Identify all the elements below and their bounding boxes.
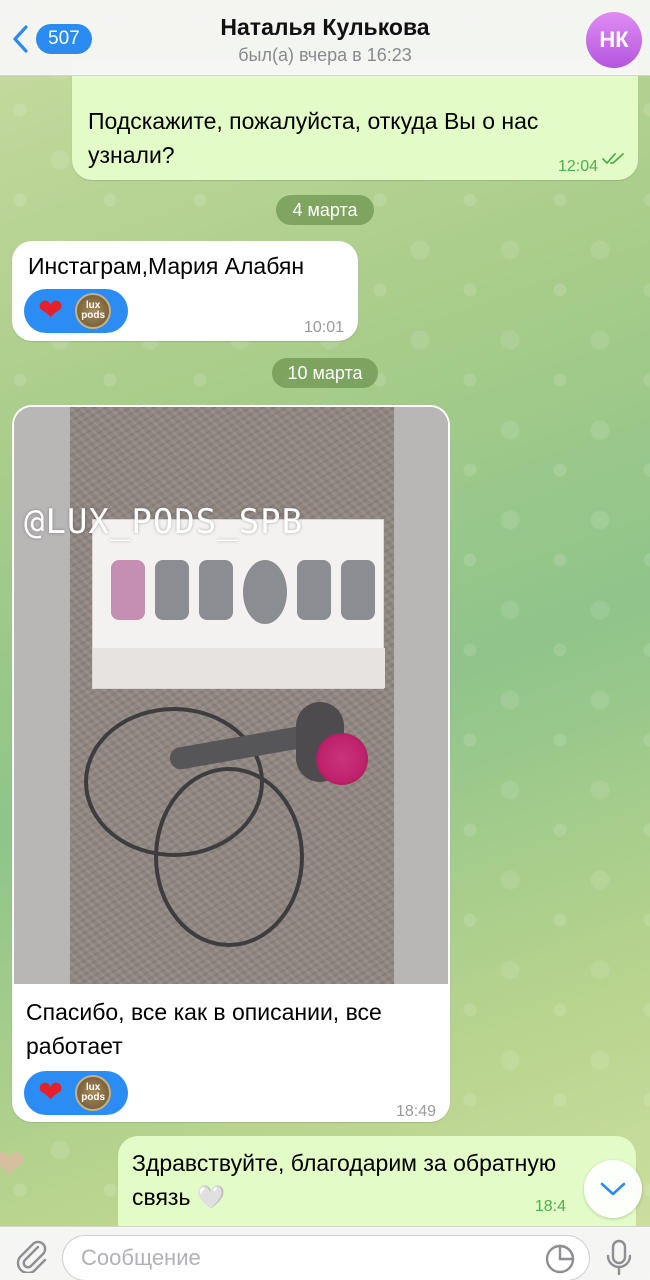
lux-pods-logo-icon: lux pods <box>75 1075 112 1111</box>
date-separator: 10 марта <box>272 358 378 388</box>
message-text: Подскажите, пожалуйста, откуда Вы о нас <box>88 108 539 134</box>
avatar[interactable]: НК <box>586 12 642 68</box>
reaction-group[interactable]: ❤ lux pods <box>24 1071 128 1115</box>
microphone-icon[interactable] <box>604 1239 634 1277</box>
chat-title: Наталья Кулькова <box>220 14 430 40</box>
message-time: 10:01 <box>303 319 344 336</box>
heart-reaction-icon: ❤ <box>38 294 64 327</box>
outgoing-message[interactable]: Здравствуйте, благодарим за обратную свя… <box>118 1136 636 1226</box>
message-time: 12:04 <box>557 158 598 175</box>
reaction-group[interactable]: ❤ lux pods <box>24 289 128 333</box>
chat-title-area[interactable]: Наталья Кулькова был(а) вчера в 16:23 <box>150 14 500 66</box>
photo-blur-edge <box>14 407 70 984</box>
message-time: 18:4 <box>534 1198 566 1215</box>
product-box <box>92 519 385 689</box>
message-text: узнали? <box>88 142 175 168</box>
chevron-down-icon <box>600 1182 626 1196</box>
chat-header: 507 Наталья Кулькова был(а) вчера в 16:2… <box>0 0 650 76</box>
incoming-message[interactable]: Инстаграм,Мария Алабян ❤ lux pods 10:01 <box>12 241 358 341</box>
message-text: Инстаграм,Мария Алабян <box>28 253 305 279</box>
message-text: связь 🤍 <box>132 1184 226 1210</box>
back-button[interactable]: 507 <box>8 22 92 56</box>
message-text: работает <box>26 1033 123 1059</box>
sticker-icon[interactable] <box>544 1243 576 1275</box>
message-text: Здравствуйте, благодарим за обратную <box>132 1150 557 1176</box>
photo-blur-edge <box>392 407 448 984</box>
last-seen-status: был(а) вчера в 16:23 <box>238 45 412 65</box>
date-separator: 4 марта <box>276 195 374 225</box>
avatar-initials: НК <box>599 27 629 52</box>
message-input[interactable] <box>62 1235 590 1280</box>
incoming-photo-message[interactable]: @LUX_PODS_SPB Спасибо, все как в описани… <box>12 405 450 1122</box>
heart-reaction-icon: ❤ <box>38 1076 64 1109</box>
paperclip-icon[interactable] <box>14 1237 48 1273</box>
chevron-left-icon <box>13 25 28 53</box>
unread-count-badge: 507 <box>36 24 92 54</box>
floating-heart-icon: ❤ <box>0 1143 26 1187</box>
cable <box>154 767 304 947</box>
lux-pods-logo-icon: lux pods <box>75 293 112 329</box>
message-time: 18:49 <box>395 1103 436 1120</box>
message-photo[interactable]: @LUX_PODS_SPB <box>14 407 448 984</box>
message-text: Спасибо, все как в описании, все <box>26 999 382 1025</box>
message-input-bar <box>0 1226 650 1280</box>
scroll-to-bottom-button[interactable] <box>584 1160 642 1218</box>
outgoing-message[interactable]: Подскажите, пожалуйста, откуда Вы о нас … <box>72 60 638 180</box>
double-check-icon <box>602 153 624 165</box>
photo-watermark: @LUX_PODS_SPB <box>24 502 304 542</box>
